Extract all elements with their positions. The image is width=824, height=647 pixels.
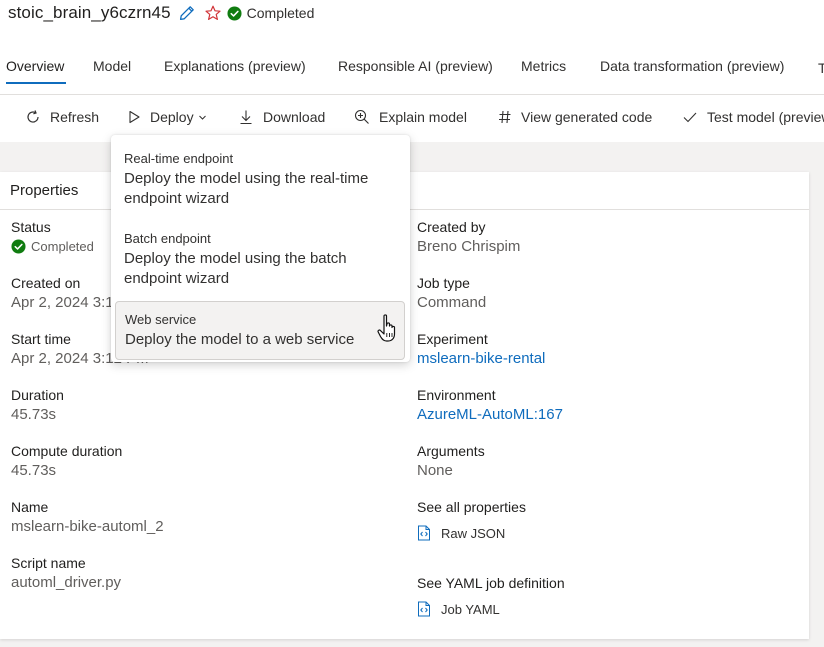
menu-item-description: Deploy the model using the real-time end…: [124, 170, 369, 207]
name-label: Name: [11, 499, 49, 515]
prop-all-properties: See all properties Raw JSON: [417, 498, 526, 541]
prop-script-name: Script name automl_driver.py: [11, 554, 121, 593]
download-icon: [240, 110, 252, 125]
favorite-star-icon[interactable]: [205, 5, 221, 21]
success-check-icon: [227, 5, 242, 21]
properties-header: Properties: [10, 182, 79, 199]
command-bar: Refresh Deploy Download Explain model Vi…: [0, 104, 824, 130]
status-text: Completed: [246, 5, 315, 21]
tab-responsible-ai[interactable]: Responsible AI (preview): [338, 58, 493, 74]
status-value: Completed: [11, 239, 94, 254]
job-type-label: Job type: [417, 275, 470, 291]
created-by-value: Breno Chrispim: [417, 238, 521, 255]
play-icon: [129, 110, 140, 124]
menu-item-title: Web service: [125, 312, 197, 327]
name-value: mslearn-bike-automl_2: [11, 518, 164, 535]
refresh-button[interactable]: Refresh: [25, 104, 99, 130]
tab-metrics[interactable]: Metrics: [521, 58, 566, 74]
tab-model[interactable]: Model: [93, 58, 131, 74]
menu-item-realtime-endpoint[interactable]: Real-time endpoint Deploy the model usin…: [115, 141, 405, 218]
menu-item-batch-endpoint[interactable]: Batch endpoint Deploy the model using th…: [115, 221, 405, 298]
job-yaml-label: Job YAML: [441, 601, 500, 617]
experiment-label: Experiment: [417, 331, 488, 347]
zoom-in-icon: [354, 109, 369, 124]
status-label: Status: [11, 219, 51, 235]
download-label: Download: [263, 109, 326, 125]
chevron-down-icon: [198, 115, 206, 120]
deploy-dropdown-menu: Real-time endpoint Deploy the model usin…: [111, 135, 410, 362]
view-generated-code-label: View generated code: [521, 109, 653, 125]
checkmark-icon: [683, 112, 697, 123]
prop-arguments: Arguments None: [417, 442, 485, 481]
prop-duration: Duration 45.73s: [11, 386, 64, 425]
success-check-icon: [11, 239, 26, 254]
divider: [0, 94, 824, 95]
tab-overflow[interactable]: T: [818, 60, 824, 74]
test-model-button[interactable]: Test model (preview): [682, 104, 824, 130]
prop-experiment: Experiment mslearn-bike-rental: [417, 330, 545, 369]
code-file-icon: [418, 525, 430, 541]
menu-item-web-service[interactable]: Web service Deploy the model to a web se…: [115, 301, 405, 360]
job-title: stoic_brain_y6czrn45: [8, 3, 171, 22]
menu-item-description: Deploy the model using the batch endpoin…: [124, 250, 347, 287]
tab-overview[interactable]: Overview: [6, 58, 64, 74]
view-generated-code-button[interactable]: View generated code: [498, 104, 652, 130]
deploy-button[interactable]: Deploy: [127, 104, 207, 130]
active-tab-indicator: [6, 82, 66, 84]
script-name-value: automl_driver.py: [11, 574, 122, 591]
compute-duration-value: 45.73s: [11, 462, 57, 479]
deploy-label: Deploy: [150, 109, 194, 125]
status-value-text: Completed: [31, 239, 94, 254]
prop-environment: Environment AzureML-AutoML:167: [417, 386, 563, 425]
duration-value: 45.73s: [11, 406, 57, 423]
tab-explanations[interactable]: Explanations (preview): [164, 58, 306, 74]
code-file-icon: [418, 601, 430, 617]
tab-bar: Overview Model Explanations (preview) Re…: [0, 58, 824, 84]
raw-json-label: Raw JSON: [441, 525, 506, 541]
explain-model-button[interactable]: Explain model: [354, 104, 467, 130]
job-yaml-link[interactable]: Job YAML: [417, 601, 565, 617]
prop-job-type: Job type Command: [417, 274, 486, 313]
created-by-label: Created by: [417, 219, 486, 235]
job-status: Completed: [227, 5, 315, 21]
environment-label: Environment: [417, 387, 496, 403]
yaml-definition-label: See YAML job definition: [417, 575, 565, 591]
top-bar: stoic_brain_y6czrn45 Completed Overview …: [0, 0, 824, 142]
menu-item-title: Batch endpoint: [124, 231, 211, 246]
arguments-value: None: [417, 462, 453, 479]
all-properties-label: See all properties: [417, 499, 526, 515]
prop-yaml-definition: See YAML job definition Job YAML: [417, 574, 565, 617]
refresh-label: Refresh: [50, 109, 100, 125]
title-row: stoic_brain_y6czrn45 Completed: [8, 2, 314, 24]
prop-created-by: Created by Breno Chrispim: [417, 218, 520, 257]
tab-data-transformation[interactable]: Data transformation (preview): [600, 58, 784, 74]
hand-cursor-icon: [377, 314, 396, 342]
test-model-label: Test model (preview): [707, 109, 824, 125]
experiment-link[interactable]: mslearn-bike-rental: [417, 349, 545, 369]
hashtag-icon: [499, 110, 511, 124]
prop-compute-duration: Compute duration 45.73s: [11, 442, 122, 481]
menu-item-description: Deploy the model to a web service: [125, 331, 355, 348]
duration-label: Duration: [11, 387, 64, 403]
edit-pencil-icon[interactable]: [179, 5, 195, 21]
download-button[interactable]: Download: [238, 104, 325, 130]
arguments-label: Arguments: [417, 443, 485, 459]
script-name-label: Script name: [11, 555, 86, 571]
explain-model-label: Explain model: [379, 109, 467, 125]
refresh-icon: [27, 110, 39, 123]
menu-item-title: Real-time endpoint: [124, 151, 234, 166]
prop-name: Name mslearn-bike-automl_2: [11, 498, 164, 537]
raw-json-link[interactable]: Raw JSON: [417, 525, 526, 541]
compute-duration-label: Compute duration: [11, 443, 123, 459]
job-type-value: Command: [417, 294, 487, 311]
prop-status: Status Completed: [11, 218, 94, 254]
environment-link[interactable]: AzureML-AutoML:167: [417, 405, 563, 425]
